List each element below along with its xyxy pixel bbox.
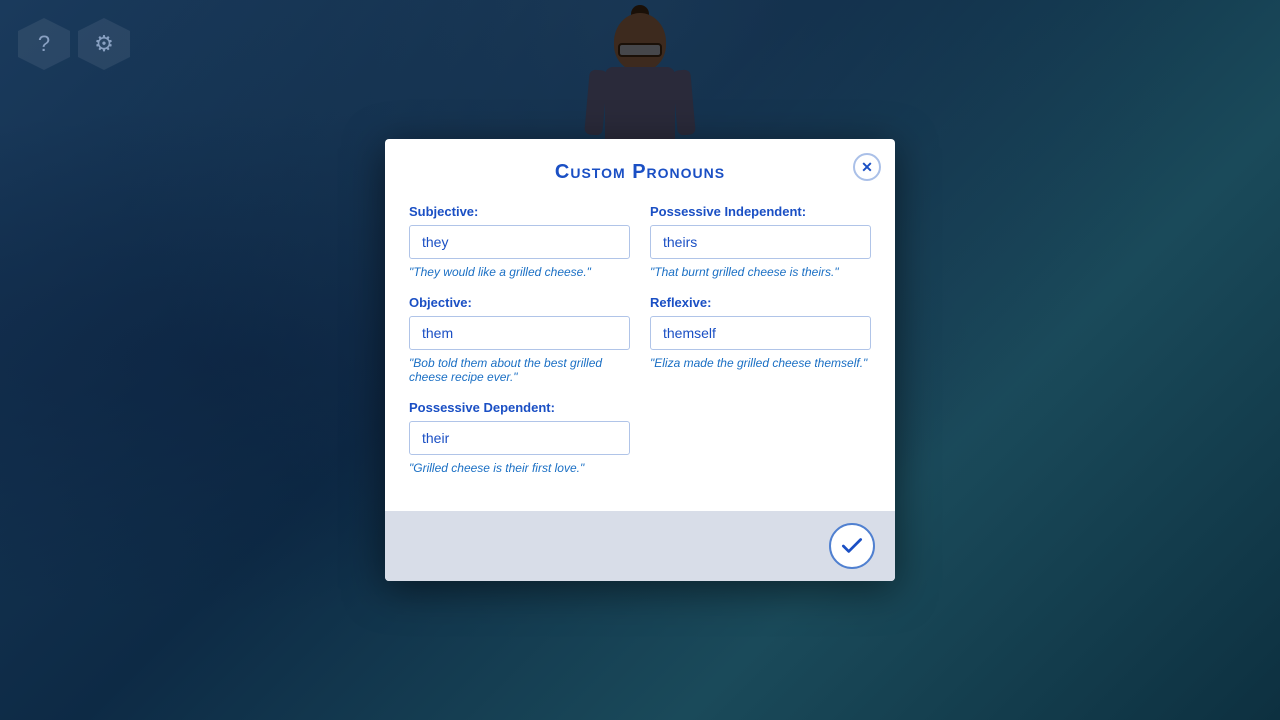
modal-overlay: Custom Pronouns ✕ Subjective: "They woul…	[0, 0, 1280, 720]
possessive-dependent-input[interactable]	[409, 421, 630, 455]
possessive-dependent-field-group: Possessive Dependent: "Grilled cheese is…	[409, 400, 630, 475]
custom-pronouns-modal: Custom Pronouns ✕ Subjective: "They woul…	[385, 139, 895, 581]
possessive-independent-example: "That burnt grilled cheese is theirs."	[650, 265, 871, 279]
subjective-example: "They would like a grilled cheese."	[409, 265, 630, 279]
subjective-field-group: Subjective: "They would like a grilled c…	[409, 204, 630, 279]
reflexive-example: "Eliza made the grilled cheese themself.…	[650, 356, 871, 370]
objective-field-group: Objective: "Bob told them about the best…	[409, 295, 630, 384]
reflexive-input[interactable]	[650, 316, 871, 350]
objective-label: Objective:	[409, 295, 630, 310]
modal-header: Custom Pronouns ✕	[385, 139, 895, 200]
subjective-input[interactable]	[409, 225, 630, 259]
confirm-button[interactable]	[829, 523, 875, 569]
objective-example: "Bob told them about the best grilled ch…	[409, 356, 630, 384]
possessive-independent-input[interactable]	[650, 225, 871, 259]
objective-input[interactable]	[409, 316, 630, 350]
close-button[interactable]: ✕	[853, 153, 881, 181]
possessive-dependent-example: "Grilled cheese is their first love."	[409, 461, 630, 475]
modal-footer	[385, 511, 895, 581]
possessive-independent-label: Possessive Independent:	[650, 204, 871, 219]
modal-body: Subjective: "They would like a grilled c…	[385, 200, 895, 511]
possessive-independent-field-group: Possessive Independent: "That burnt gril…	[650, 204, 871, 279]
subjective-label: Subjective:	[409, 204, 630, 219]
possessive-dependent-label: Possessive Dependent:	[409, 400, 630, 415]
modal-title: Custom Pronouns	[555, 161, 725, 183]
reflexive-field-group: Reflexive: "Eliza made the grilled chees…	[650, 295, 871, 384]
reflexive-label: Reflexive:	[650, 295, 871, 310]
